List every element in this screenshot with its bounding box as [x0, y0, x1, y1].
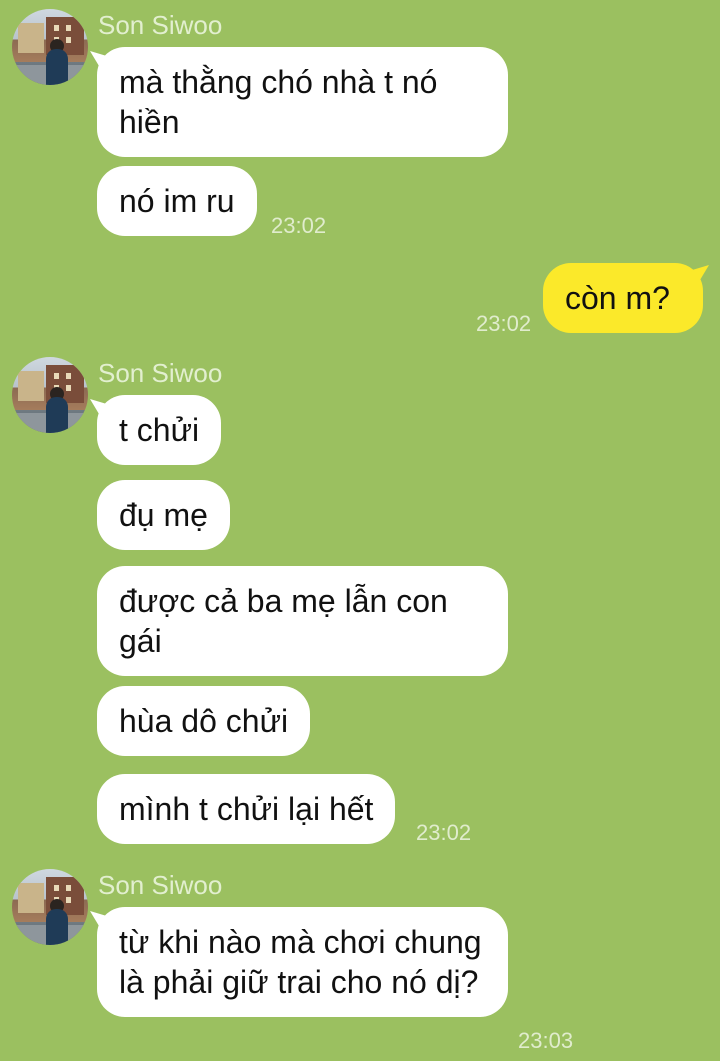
- sender-name: Son Siwoo: [98, 10, 223, 40]
- message-text: đụ mẹ: [119, 497, 208, 533]
- sender-name: Son Siwoo: [98, 870, 223, 900]
- message-text: mà thằng chó nhà t nó hiền: [119, 64, 438, 140]
- message-text: nó im ru: [119, 183, 235, 219]
- message-timestamp: 23:02: [271, 213, 327, 238]
- message-text: từ khi nào mà chơi chung là phải giữ tra…: [119, 924, 482, 1000]
- message-bubble[interactable]: đụ mẹ: [97, 480, 230, 550]
- message-text: mình t chửi lại hết: [119, 791, 374, 827]
- message-timestamp: 23:02: [416, 820, 472, 845]
- avatar[interactable]: [12, 357, 88, 433]
- message-bubble[interactable]: hùa dô chửi: [97, 686, 311, 756]
- sender-name: Son Siwoo: [98, 358, 223, 388]
- message-text: hùa dô chửi: [119, 703, 289, 739]
- avatar[interactable]: [12, 869, 88, 945]
- message-bubble[interactable]: được cả ba mẹ lẫn con gái: [97, 566, 508, 676]
- message-text: còn m?: [565, 280, 670, 316]
- message-text: được cả ba mẹ lẫn con gái: [119, 583, 448, 659]
- message-text: t chửi: [119, 412, 200, 448]
- message-timestamp: 23:02: [476, 311, 532, 336]
- my-message-bubble[interactable]: còn m?: [543, 263, 703, 333]
- message-bubble[interactable]: mà thằng chó nhà t nó hiền: [97, 47, 508, 157]
- message-bubble[interactable]: t chửi: [97, 395, 222, 465]
- message-bubble[interactable]: mình t chửi lại hết: [97, 774, 396, 844]
- message-timestamp: 23:03: [518, 1028, 574, 1053]
- message-bubble[interactable]: nó im ru: [97, 166, 257, 236]
- message-bubble[interactable]: từ khi nào mà chơi chung là phải giữ tra…: [97, 907, 508, 1017]
- avatar[interactable]: [12, 9, 88, 85]
